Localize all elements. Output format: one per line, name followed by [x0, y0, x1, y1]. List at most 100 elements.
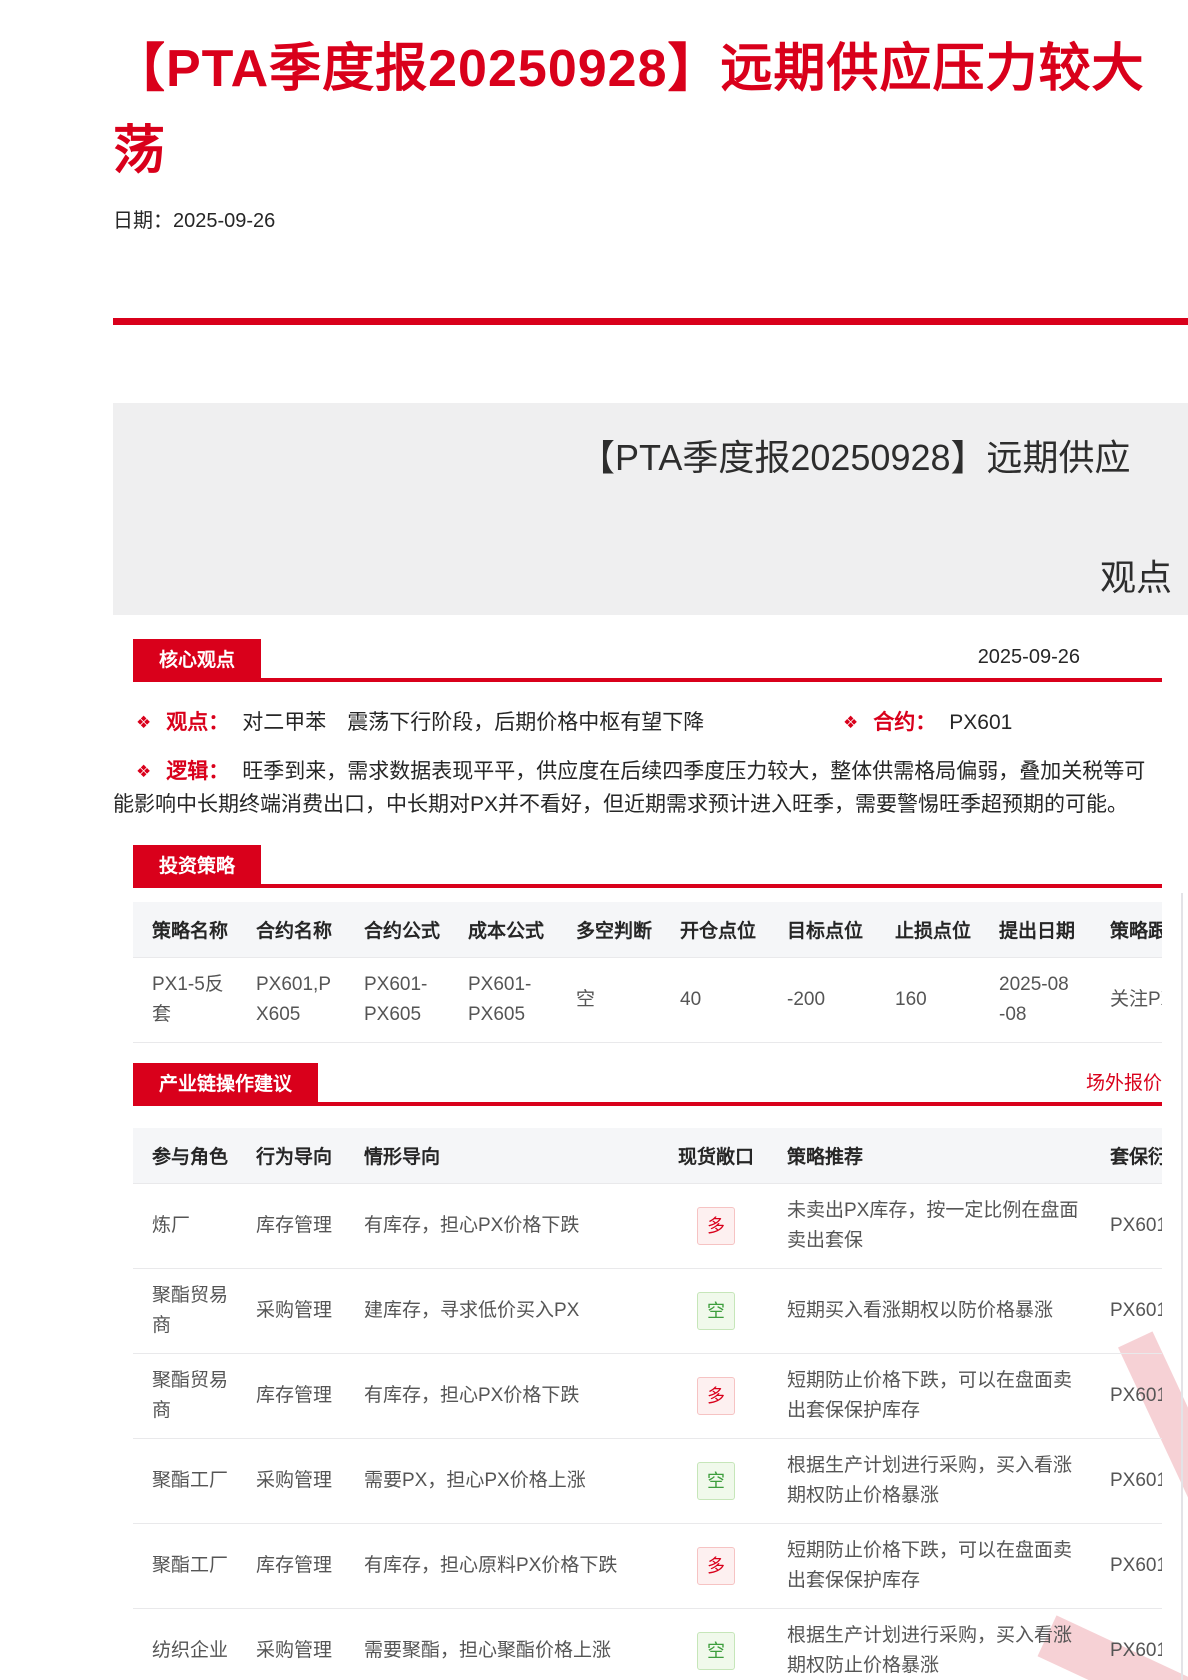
column-header: 策略推荐 — [768, 1128, 1091, 1184]
column-header: 现货敞口 — [664, 1128, 768, 1184]
table-cell: 空 — [557, 958, 661, 1043]
table-cell: 采购管理 — [237, 1269, 345, 1354]
table-cell: -200 — [768, 958, 876, 1043]
publish-date: 日期：2025-09-26 — [113, 204, 275, 233]
column-header: 策略跟踪 — [1091, 902, 1162, 958]
report-page: 【PTA季度报20250928】远期供应压力较大 荡 日期：2025-09-26… — [0, 0, 1188, 1680]
table-cell: 库存管理 — [237, 1184, 345, 1269]
column-header: 合约名称 — [237, 902, 345, 958]
column-header: 套保衍生品 — [1091, 1128, 1162, 1184]
view-text: 对二甲苯 震荡下行阶段，后期价格中枢有望下降 — [242, 711, 704, 734]
contract-row: ❖ 合约： PX601 — [843, 707, 1012, 741]
exposure-cell: 多 — [664, 1524, 768, 1609]
contract-label: 合约： — [873, 711, 936, 734]
table-cell: 关注PX601 — [1091, 958, 1162, 1043]
publish-date-value: 2025-09-26 — [173, 210, 275, 232]
exposure-tag-long: 多 — [697, 1207, 735, 1245]
view-row: ❖观点：对二甲苯 震荡下行阶段，后期价格中枢有望下降 — [136, 707, 704, 741]
table-row: 聚酯贸易商库存管理有库存，担心PX价格下跌多短期防止价格下跌，可以在盘面卖出套保… — [133, 1354, 1162, 1439]
table-cell: 建库存，寻求低价买入PX — [345, 1269, 664, 1354]
column-header: 开仓点位 — [661, 902, 768, 958]
table-cell: 需要PX，担心PX价格上涨 — [345, 1439, 664, 1524]
core-view-date: 2025-09-26 — [978, 646, 1080, 669]
section-underline — [133, 678, 1162, 682]
exposure-tag-long: 多 — [697, 1547, 735, 1585]
column-header: 参与角色 — [133, 1128, 237, 1184]
column-header: 目标点位 — [768, 902, 876, 958]
exposure-cell: 多 — [664, 1184, 768, 1269]
table-cell: PX601,PX605 — [237, 958, 345, 1043]
page-title: 【PTA季度报20250928】远期供应压力较大 荡 — [113, 28, 1188, 192]
table-cell: 纺织企业 — [133, 1609, 237, 1680]
page-title-line1: 【PTA季度报20250928】远期供应压力较大 — [113, 28, 1188, 110]
table-cell: 需要聚酯，担心聚酯价格上涨 — [345, 1609, 664, 1680]
section-title-core-view: 核心观点 — [133, 639, 261, 682]
exposure-tag-short: 空 — [697, 1462, 735, 1500]
table-cell: 根据生产计划进行采购，买入看涨期权防止价格暴涨 — [768, 1609, 1091, 1680]
table-cell: 聚酯贸易商 — [133, 1269, 237, 1354]
diamond-bullet-icon: ❖ — [136, 762, 151, 781]
page-title-line2: 荡 — [113, 110, 1188, 192]
exposure-cell: 多 — [664, 1354, 768, 1439]
table-row: 聚酯贸易商采购管理建库存，寻求低价买入PX空短期买入看涨期权以防价格暴涨PX60… — [133, 1269, 1162, 1354]
strategy-table-scroll[interactable]: 策略名称合约名称合约公式成本公式多空判断开仓点位目标点位止损点位提出日期策略跟踪… — [133, 902, 1162, 1043]
table-cell: 160 — [876, 958, 980, 1043]
section-title-industry: 产业链操作建议 — [133, 1063, 318, 1106]
table-cell: 库存管理 — [237, 1524, 345, 1609]
table-cell: 未卖出PX库存，按一定比例在盘面卖出套保 — [768, 1184, 1091, 1269]
exposure-cell: 空 — [664, 1609, 768, 1680]
contract-value: PX601 — [949, 711, 1012, 734]
table-cell: 根据生产计划进行采购，买入看涨期权防止价格暴涨 — [768, 1439, 1091, 1524]
logic-label: 逻辑： — [166, 760, 229, 783]
otc-quote-link[interactable]: 场外报价 — [1086, 1068, 1162, 1095]
table-cell: 短期防止价格下跌，可以在盘面卖出套保保护库存 — [768, 1524, 1091, 1609]
table-cell: 有库存，担心PX价格下跌 — [345, 1354, 664, 1439]
table-cell: PX601 — [1091, 1524, 1162, 1609]
exposure-tag-long: 多 — [697, 1377, 735, 1415]
section-underline — [133, 1102, 1162, 1106]
table-cell: PX1-5反套 — [133, 958, 237, 1043]
banner-subtitle: 观点 — [1100, 549, 1172, 601]
column-header: 策略名称 — [133, 902, 237, 958]
table-cell: 2025-08-08 — [980, 958, 1091, 1043]
table-cell: 采购管理 — [237, 1439, 345, 1524]
table-row: 聚酯工厂采购管理需要PX，担心PX价格上涨空根据生产计划进行采购，买入看涨期权防… — [133, 1439, 1162, 1524]
table-cell: 聚酯贸易商 — [133, 1354, 237, 1439]
table-row: PX1-5反套PX601,PX605PX601-PX605PX601-PX605… — [133, 958, 1162, 1043]
table-cell: PX601-PX605 — [449, 958, 557, 1043]
exposure-tag-short: 空 — [697, 1292, 735, 1330]
table-cell: 有库存，担心原料PX价格下跌 — [345, 1524, 664, 1609]
red-divider — [113, 318, 1188, 325]
logic-text: 旺季到来，需求数据表现平平，供应度在后续四季度压力较大，整体供需格局偏弱，叠加关… — [113, 760, 1145, 816]
table-cell: PX601 — [1091, 1184, 1162, 1269]
table-cell: 炼厂 — [133, 1184, 237, 1269]
column-header: 提出日期 — [980, 902, 1091, 958]
exposure-cell: 空 — [664, 1439, 768, 1524]
section-title-strategy: 投资策略 — [133, 845, 261, 888]
industry-table-scroll[interactable]: 参与角色行为导向情形导向现货敞口策略推荐套保衍生品炼厂库存管理有库存，担心PX价… — [133, 1128, 1162, 1680]
column-header: 合约公式 — [345, 902, 449, 958]
exposure-cell: 空 — [664, 1269, 768, 1354]
report-banner: 【PTA季度报20250928】远期供应 观点 — [113, 403, 1188, 615]
table-cell: 聚酯工厂 — [133, 1439, 237, 1524]
vertical-divider — [1181, 893, 1183, 1680]
table-cell: 库存管理 — [237, 1354, 345, 1439]
view-label: 观点： — [166, 711, 229, 734]
column-header: 止损点位 — [876, 902, 980, 958]
table-cell: PX601 — [1091, 1609, 1162, 1680]
exposure-tag-short: 空 — [697, 1632, 735, 1670]
table-cell: 短期买入看涨期权以防价格暴涨 — [768, 1269, 1091, 1354]
column-header: 行为导向 — [237, 1128, 345, 1184]
banner-title: 【PTA季度报20250928】远期供应 — [579, 429, 1131, 481]
table-cell: 短期防止价格下跌，可以在盘面卖出套保保护库存 — [768, 1354, 1091, 1439]
section-underline — [133, 884, 1162, 888]
column-header: 多空判断 — [557, 902, 661, 958]
table-cell: 40 — [661, 958, 768, 1043]
diamond-bullet-icon: ❖ — [843, 713, 858, 732]
table-cell: PX601 — [1091, 1354, 1162, 1439]
table-cell: PX601 — [1091, 1439, 1162, 1524]
logic-paragraph: ❖ 逻辑：旺季到来，需求数据表现平平，供应度在后续四季度压力较大，整体供需格局偏弱… — [113, 755, 1162, 821]
table-row: 聚酯工厂库存管理有库存，担心原料PX价格下跌多短期防止价格下跌，可以在盘面卖出套… — [133, 1524, 1162, 1609]
table-cell: 采购管理 — [237, 1609, 345, 1680]
table-cell: 聚酯工厂 — [133, 1524, 237, 1609]
